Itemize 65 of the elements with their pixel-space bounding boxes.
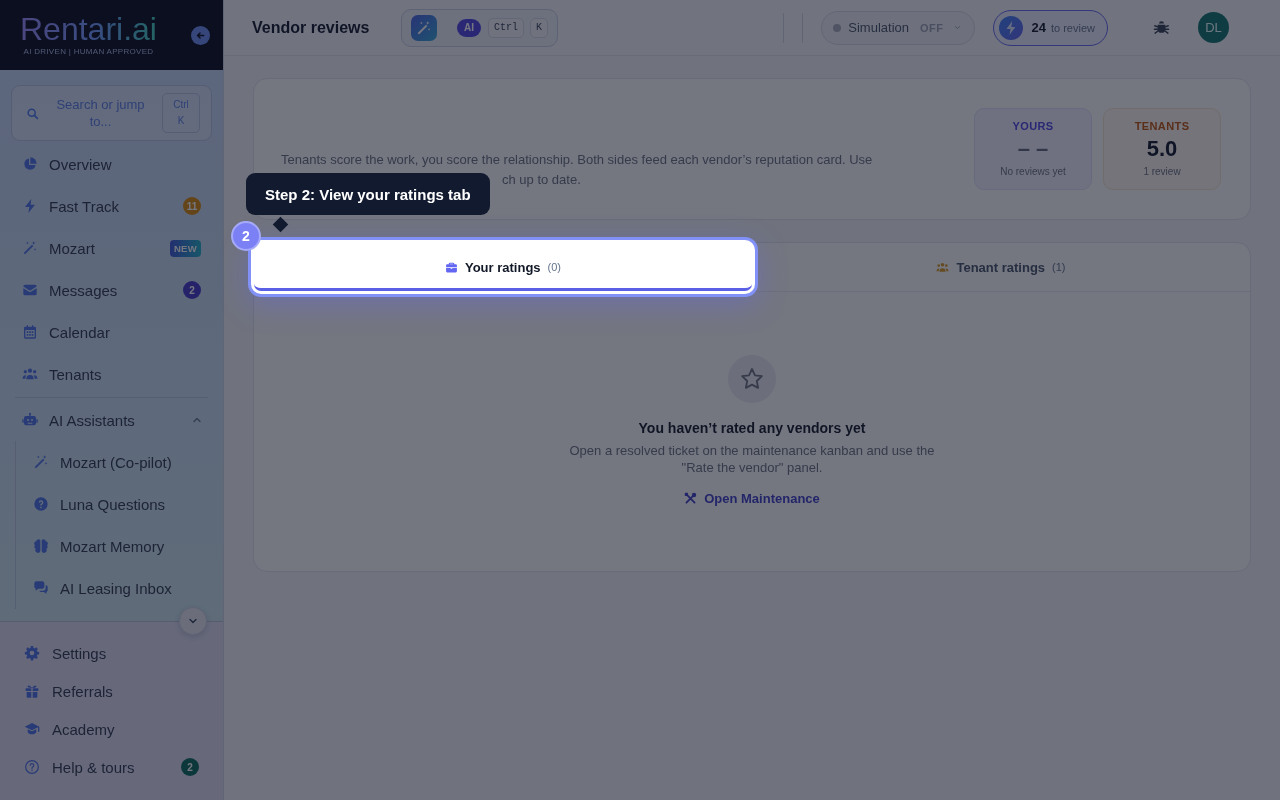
count-badge: 11 [183, 197, 201, 215]
new-badge: NEW [169, 239, 201, 257]
graduation-cap-icon [24, 721, 40, 737]
stat-label: TENANTS [1134, 119, 1190, 133]
shortcut-key: K [530, 17, 549, 38]
tour-tooltip: Step 2: View your ratings tab [246, 173, 490, 215]
tools-icon [684, 492, 698, 505]
stat-value: – – [1017, 136, 1049, 162]
tab[interactable]: Tenant ratings (1) [752, 243, 1250, 291]
pie-chart-icon [22, 156, 38, 172]
nav-group-toggle[interactable]: AI Assistants [11, 399, 191, 441]
step-badge: 2 [231, 221, 261, 251]
nav-item[interactable]: Help & tours [13, 748, 181, 786]
magic-wand-icon [22, 240, 38, 256]
review-queue-button[interactable]: 24 to review [992, 9, 1108, 46]
users-icon [936, 260, 950, 274]
bug-icon[interactable] [1153, 19, 1170, 36]
nav-item[interactable]: AI Leasing Inbox [16, 567, 212, 609]
stat-value: 5.0 [1146, 136, 1178, 162]
page-title: Vendor reviews [252, 18, 371, 37]
nav-item[interactable]: Messages [11, 269, 183, 311]
envelope-icon [22, 282, 38, 298]
bolt-icon [998, 15, 1023, 40]
calendar-icon [22, 324, 38, 340]
nav-item[interactable]: Luna Questions [16, 483, 212, 525]
nav-item[interactable]: Referrals [13, 672, 210, 710]
collapse-sidebar-button[interactable] [191, 25, 210, 45]
arrow-left-icon [195, 29, 206, 41]
magic-wand-icon [33, 454, 49, 470]
robot-icon [22, 412, 38, 428]
empty-title: You haven’t rated any vendors yet [638, 419, 866, 437]
description-text: Tenants score the work, you score the relationship. Both sides feed each vendor’s reputation card. Use [281, 151, 873, 169]
help-icon [24, 759, 40, 775]
nav-item[interactable]: Mozart (Co-pilot) [16, 441, 212, 483]
shortcut-key: Ctrl [488, 17, 524, 38]
stat-note: 1 review [1143, 165, 1181, 179]
empty-text: Open a resolved ticket on the maintenance kanban and use the "Rate the vendor" panel. [568, 442, 936, 476]
nav-item[interactable]: Settings [13, 634, 210, 672]
ai-command-button[interactable]: AI Ctrl K [401, 8, 559, 47]
nav-item[interactable]: Tenants [11, 353, 212, 395]
gift-icon [24, 683, 40, 699]
search-icon [26, 106, 39, 120]
ai-badge: AI [457, 18, 481, 37]
brain-icon [33, 538, 49, 554]
question-icon [33, 496, 49, 512]
nav-item[interactable]: Fast Track [11, 185, 183, 227]
logo-tagline: AI DRIVEN | HUMAN APPROVED [23, 47, 154, 57]
description-text: ch up to date. [502, 171, 581, 189]
open-maintenance-link[interactable]: Open Maintenance [684, 491, 820, 506]
count-badge: 2 [181, 758, 199, 776]
count-badge: 2 [183, 281, 201, 299]
nav-item[interactable]: Calendar [11, 311, 212, 353]
nav-item[interactable]: Academy [13, 710, 210, 748]
nav-item[interactable]: Mozart Memory [16, 525, 212, 567]
settings-icon [24, 645, 40, 661]
chat-bubbles-icon [33, 580, 49, 596]
scroll-down-button[interactable] [179, 607, 207, 635]
user-avatar[interactable]: DL [1198, 12, 1229, 43]
nav-item[interactable]: Mozart [11, 227, 170, 269]
briefcase-icon [444, 260, 458, 274]
nav-item[interactable]: Overview [11, 143, 212, 185]
chevron-down-icon [952, 23, 962, 32]
stat-label: YOURS [1012, 119, 1054, 133]
users-icon [22, 366, 38, 382]
magic-wand-icon [411, 14, 437, 41]
